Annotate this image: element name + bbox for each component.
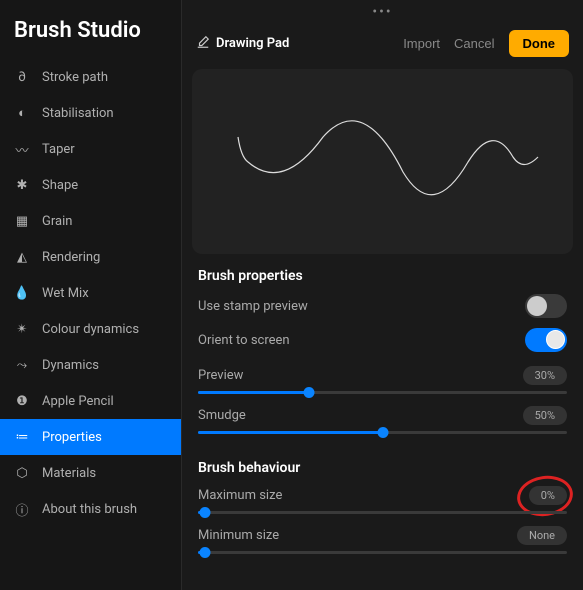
materials-icon: ⬡: [14, 465, 30, 481]
sidebar-item-apple-pencil[interactable]: ❶ Apple Pencil: [0, 383, 181, 419]
min-size-slider[interactable]: [198, 551, 567, 554]
min-size-value: None: [517, 526, 567, 545]
sidebar-item-wet-mix[interactable]: 💧 Wet Mix: [0, 275, 181, 311]
stroke-path-icon: ∂: [14, 69, 30, 85]
stroke-preview: [223, 102, 543, 222]
grain-icon: ▦: [14, 213, 30, 229]
smudge-value: 50%: [523, 406, 567, 425]
sidebar-item-grain[interactable]: ▦ Grain: [0, 203, 181, 239]
section-title-behaviour: Brush behaviour: [198, 460, 567, 476]
brush-behaviour-section: Brush behaviour Maximum size 0% Minimum …: [182, 460, 583, 580]
app-title: Brush Studio: [0, 0, 181, 59]
more-icon[interactable]: •••: [182, 0, 583, 20]
shape-icon: ✱: [14, 177, 30, 193]
sidebar-item-label: Rendering: [42, 250, 100, 265]
header-actions: Import Cancel Done: [403, 30, 569, 57]
sidebar-item-shape[interactable]: ✱ Shape: [0, 167, 181, 203]
stamp-preview-toggle[interactable]: [525, 294, 567, 318]
main-panel: ••• Drawing Pad Import Cancel Done Brush…: [182, 0, 583, 590]
drawing-pad-button[interactable]: Drawing Pad: [196, 35, 289, 53]
sidebar-item-label: Shape: [42, 178, 78, 193]
sidebar-item-label: Apple Pencil: [42, 394, 114, 409]
min-size-label: Minimum size: [198, 528, 279, 543]
orient-label: Orient to screen: [198, 333, 290, 348]
preview-slider[interactable]: [198, 391, 567, 394]
properties-icon: ≔: [14, 429, 30, 445]
sidebar-item-taper[interactable]: 〰 Taper: [0, 131, 181, 167]
orient-toggle[interactable]: [525, 328, 567, 352]
colour-dynamics-icon: ✴: [14, 321, 30, 337]
sidebar-item-label: Materials: [42, 466, 96, 481]
dynamics-icon: ⤳: [14, 357, 30, 373]
edit-icon: [196, 35, 210, 53]
apple-pencil-icon: ❶: [14, 393, 30, 409]
cancel-button[interactable]: Cancel: [454, 36, 494, 51]
sidebar-item-label: Properties: [42, 430, 102, 445]
smudge-label: Smudge: [198, 408, 246, 423]
preview-value: 30%: [523, 366, 567, 385]
taper-icon: 〰: [14, 141, 30, 157]
sidebar-item-label: About this brush: [42, 502, 137, 517]
rendering-icon: ◭: [14, 249, 30, 265]
done-button[interactable]: Done: [509, 30, 570, 57]
preview-label: Preview: [198, 368, 243, 383]
max-size-value: 0%: [529, 486, 567, 505]
section-title-properties: Brush properties: [198, 268, 567, 284]
brush-properties-section: Brush properties Use stamp preview Orien…: [182, 268, 583, 460]
header: Drawing Pad Import Cancel Done: [182, 20, 583, 69]
sidebar-item-stroke-path[interactable]: ∂ Stroke path: [0, 59, 181, 95]
sidebar-item-label: Taper: [42, 142, 75, 157]
drawing-canvas[interactable]: [192, 69, 573, 254]
stamp-preview-label: Use stamp preview: [198, 299, 308, 314]
import-button[interactable]: Import: [403, 36, 440, 51]
max-size-label: Maximum size: [198, 488, 282, 503]
sidebar-item-colour-dynamics[interactable]: ✴ Colour dynamics: [0, 311, 181, 347]
sidebar-item-label: Dynamics: [42, 358, 99, 373]
sidebar-list: ∂ Stroke path ◐ Stabilisation 〰 Taper ✱ Shape ▦ G…: [0, 59, 181, 590]
sidebar-item-about[interactable]: ⓘ About this brush: [0, 491, 181, 527]
sidebar-item-dynamics[interactable]: ⤳ Dynamics: [0, 347, 181, 383]
wet-mix-icon: 💧: [14, 285, 30, 301]
about-icon: ⓘ: [14, 501, 30, 517]
smudge-slider[interactable]: [198, 431, 567, 434]
max-size-slider[interactable]: [198, 511, 567, 514]
sidebar-item-label: Grain: [42, 214, 72, 229]
stabilisation-icon: ◐: [14, 105, 30, 121]
sidebar-item-rendering[interactable]: ◭ Rendering: [0, 239, 181, 275]
sidebar: Brush Studio ∂ Stroke path ◐ Stabilisation 〰…: [0, 0, 182, 590]
drawing-pad-label: Drawing Pad: [216, 36, 289, 51]
sidebar-item-materials[interactable]: ⬡ Materials: [0, 455, 181, 491]
sidebar-item-stabilisation[interactable]: ◐ Stabilisation: [0, 95, 181, 131]
sidebar-item-label: Stabilisation: [42, 106, 114, 121]
sidebar-item-label: Colour dynamics: [42, 322, 139, 337]
sidebar-item-label: Stroke path: [42, 70, 108, 85]
sidebar-item-properties[interactable]: ≔ Properties: [0, 419, 181, 455]
sidebar-item-label: Wet Mix: [42, 286, 89, 301]
